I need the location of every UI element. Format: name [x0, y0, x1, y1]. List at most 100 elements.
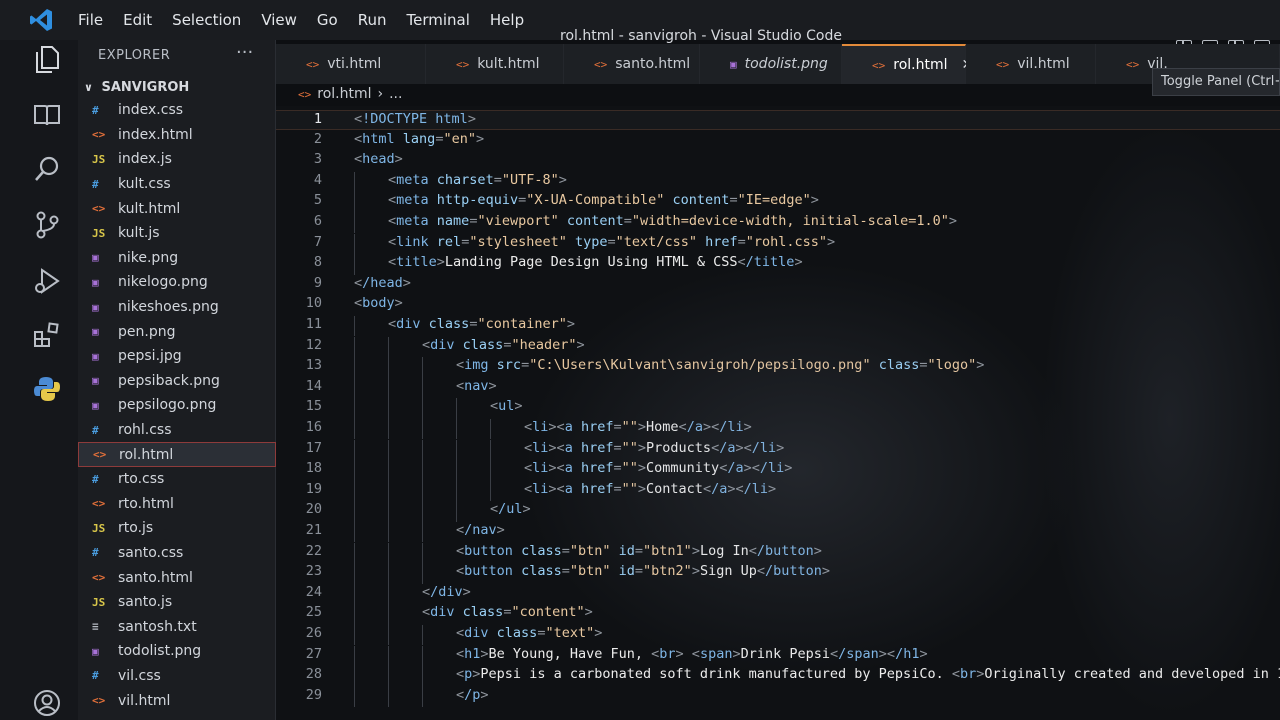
tab-kult-html[interactable]: <> kult.html: [426, 44, 564, 84]
file-item-label: vil.css: [118, 667, 161, 684]
code-line[interactable]: 13 <img src="C:\Users\Kulvant\sanvigroh/p…: [276, 357, 1280, 378]
code-line[interactable]: 16 <li><a href="">Home</a></li>: [276, 419, 1280, 440]
code-text: <meta name="viewport" content="width=dev…: [388, 213, 958, 229]
file-item[interactable]: # vil.css: [78, 664, 276, 689]
line-number: 20: [305, 501, 322, 518]
file-item[interactable]: ▣ pepsiback.png: [78, 369, 276, 394]
file-item[interactable]: JS index.js: [78, 147, 276, 172]
account-icon[interactable]: [30, 686, 64, 720]
code-line[interactable]: 14 <nav>: [276, 377, 1280, 399]
code-line[interactable]: 5 <meta http-equiv="X-UA-Compatible" cont…: [276, 192, 1280, 213]
tab-todolist-png[interactable]: ▣ todolist.png: [700, 44, 842, 84]
indent-guide: [456, 419, 457, 440]
line-number: 26: [305, 625, 322, 641]
file-item[interactable]: <> kult.html: [78, 196, 276, 221]
file-item[interactable]: ▣ nike.png: [78, 246, 276, 271]
code-line[interactable]: 9 </head>: [276, 275, 1280, 295]
code-line[interactable]: 15 <ul>: [276, 398, 1280, 419]
code-line[interactable]: 7 <link rel="stylesheet" type="text/css" …: [276, 233, 1280, 254]
tab-label: santo.html: [615, 56, 691, 72]
tab-rol-html[interactable]: <>rol.html✕: [842, 44, 973, 84]
code-line[interactable]: 22 <button class="btn" id="btn1">Log In</…: [276, 542, 1280, 563]
file-item[interactable]: ▣ nikeshoes.png: [78, 295, 276, 320]
code-line[interactable]: 17 <li><a href="">Products</a></li>: [276, 439, 1280, 460]
code-line[interactable]: 29 </p>: [276, 686, 1280, 708]
extensions-icon[interactable]: [30, 318, 64, 352]
code-line[interactable]: 28 <p>Pepsi is a carbonated soft drink ma…: [276, 666, 1280, 687]
tab-label: rol.html: [893, 57, 948, 73]
menu-run[interactable]: Run: [348, 11, 397, 29]
run-debug-icon[interactable]: [30, 264, 64, 298]
code-line[interactable]: 11 <div class="container">: [276, 316, 1280, 337]
file-item[interactable]: ▣ todolist.png: [78, 639, 276, 664]
html-file-icon: <>: [92, 128, 106, 142]
chevron-right-icon: ›: [377, 86, 384, 102]
breadcrumb-file[interactable]: rol.html: [317, 86, 371, 102]
menu-view[interactable]: View: [251, 11, 307, 29]
search-icon[interactable]: [30, 152, 64, 186]
code-line[interactable]: 25 <div class="content">: [276, 604, 1280, 625]
code-line[interactable]: 24 </div>: [276, 583, 1280, 605]
file-item[interactable]: # rto.css: [78, 467, 276, 492]
code-line[interactable]: 3 <head>: [276, 151, 1280, 171]
file-item[interactable]: <> rto.html: [78, 492, 276, 517]
code-line[interactable]: 1 <!DOCTYPE html>: [276, 110, 1280, 131]
menu-terminal[interactable]: Terminal: [397, 11, 480, 29]
file-item[interactable]: <> vil.html: [78, 688, 276, 713]
breadcrumb-rest[interactable]: ...: [389, 86, 402, 102]
indent-guide: [388, 357, 389, 378]
file-item[interactable]: JS santo.js: [78, 590, 276, 615]
code-editor[interactable]: 1 <!DOCTYPE html> 2 <html lang="en"> 3 <head>…: [276, 106, 1280, 720]
code-line[interactable]: 19 <li><a href="">Contact</a></li>: [276, 480, 1280, 502]
file-item[interactable]: # santo.css: [78, 541, 276, 566]
root-folder[interactable]: ∨ SANVIGROH: [84, 80, 189, 95]
indent-guide: [422, 377, 423, 399]
code-line[interactable]: 18 <li><a href="">Community</a></li>: [276, 460, 1280, 481]
code-line[interactable]: 26 <div class="text">: [276, 625, 1280, 646]
tab-santo-html[interactable]: <> santo.html: [564, 44, 700, 84]
more-actions-icon[interactable]: ···: [236, 42, 253, 63]
html-file-icon: <>: [92, 497, 106, 511]
indent-guide: [354, 563, 355, 584]
file-item[interactable]: <> santo.html: [78, 565, 276, 590]
tab-vti-html[interactable]: <> vti.html: [276, 44, 426, 84]
indent-guide: [422, 666, 423, 687]
file-item[interactable]: # rohl.css: [78, 418, 276, 443]
code-line[interactable]: 27 <h1>Be Young, Have Fun, <br> <span>Dri…: [276, 645, 1280, 666]
menu-file[interactable]: File: [68, 11, 113, 29]
file-item[interactable]: <> index.html: [78, 123, 276, 148]
file-item[interactable]: JS kult.js: [78, 221, 276, 246]
line-number: 9: [313, 274, 322, 291]
menu-go[interactable]: Go: [307, 11, 348, 29]
code-line[interactable]: 12 <div class="header">: [276, 336, 1280, 357]
code-line[interactable]: 23 <button class="btn" id="btn2">Sign Up<…: [276, 563, 1280, 584]
file-item[interactable]: ≡ santosh.txt: [78, 614, 276, 639]
file-item[interactable]: JS rto.js: [78, 516, 276, 541]
file-item[interactable]: ▣ pepsi.jpg: [78, 344, 276, 369]
tab-vil-html[interactable]: <> vil.html: [966, 44, 1096, 84]
code-line[interactable]: 21 </nav>: [276, 522, 1280, 543]
file-item[interactable]: # index.css: [78, 98, 276, 123]
file-item[interactable]: ▣ nikelogo.png: [78, 270, 276, 295]
python-icon[interactable]: [30, 372, 64, 406]
file-item[interactable]: # kult.css: [78, 172, 276, 197]
file-item[interactable]: ▣ pen.png: [78, 319, 276, 344]
menu-edit[interactable]: Edit: [113, 11, 162, 29]
menu-help[interactable]: Help: [480, 11, 534, 29]
png-file-icon: ▣: [92, 300, 99, 314]
code-line[interactable]: 2 <html lang="en">: [276, 131, 1280, 151]
book-icon[interactable]: [30, 98, 64, 132]
files-icon[interactable]: [30, 42, 64, 76]
source-control-icon[interactable]: [30, 208, 64, 242]
code-line[interactable]: 10 <body>: [276, 295, 1280, 315]
code-line[interactable]: 20 </ul>: [276, 501, 1280, 522]
file-item[interactable]: <> rol.html: [78, 442, 276, 467]
html-file-icon: <>: [92, 202, 106, 216]
code-line[interactable]: 8 <title>Landing Page Design Using HTML &…: [276, 254, 1280, 275]
file-item-label: nike.png: [118, 249, 179, 266]
file-item[interactable]: ▣ pepsilogo.png: [78, 393, 276, 418]
menu-selection[interactable]: Selection: [162, 11, 251, 29]
code-line[interactable]: 6 <meta name="viewport" content="width=de…: [276, 213, 1280, 234]
line-number: 14: [305, 377, 322, 394]
code-line[interactable]: 4 <meta charset="UTF-8">: [276, 171, 1280, 193]
